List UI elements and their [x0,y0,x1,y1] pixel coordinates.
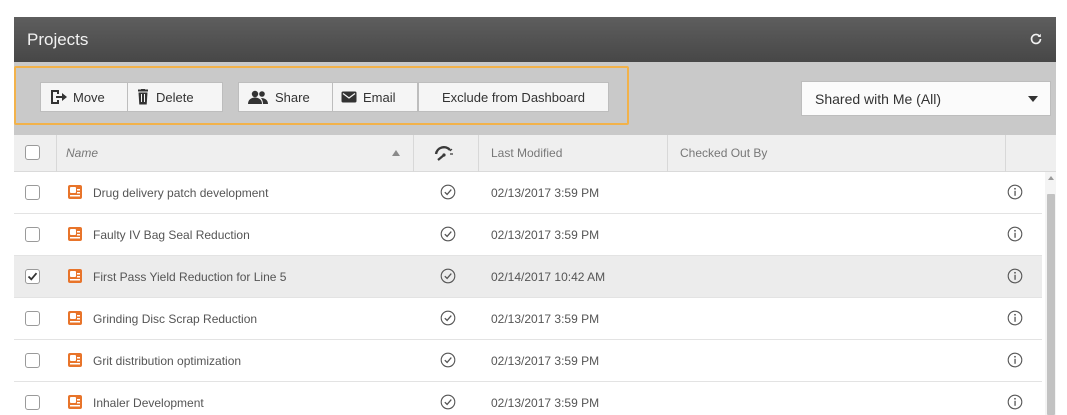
envelope-icon [341,91,357,103]
last-modified: 02/13/2017 3:59 PM [491,228,600,242]
table-row[interactable]: Grinding Disc Scrap Reduction 02/13/2017 … [14,298,1042,340]
table-row[interactable]: Faulty IV Bag Seal Reduction 02/13/2017 3… [14,214,1042,256]
page-title: Projects [27,30,89,49]
project-file-icon [68,185,82,199]
info-icon[interactable] [1007,394,1023,410]
projects-panel: Projects Move Delete Share Email Exclude… [14,17,1056,415]
email-label: Email [363,89,396,105]
column-divider [478,135,479,172]
last-modified: 02/13/2017 3:59 PM [491,312,600,326]
refresh-icon[interactable] [1028,31,1044,47]
project-file-icon [68,311,82,325]
info-icon[interactable] [1007,310,1023,326]
checkmark-circle-icon [440,226,456,242]
row-checkbox[interactable] [25,395,40,410]
users-icon [248,90,268,104]
checkmark-icon [27,272,38,281]
column-header-last-modified[interactable]: Last Modified [491,146,562,160]
column-header-checked-out-by[interactable]: Checked Out By [680,146,767,160]
scroll-up-icon[interactable] [1048,176,1054,180]
grid-header: Name Last Modified Checked Out By [14,135,1056,172]
project-name[interactable]: Grit distribution optimization [93,354,241,368]
checkmark-circle-icon [440,184,456,200]
vertical-scrollbar[interactable] [1045,172,1056,415]
project-name[interactable]: Faulty IV Bag Seal Reduction [93,228,250,242]
table-row[interactable]: Inhaler Development 02/13/2017 3:59 PM [14,382,1042,415]
gauge-icon[interactable] [434,145,454,161]
project-file-icon [68,395,82,409]
move-icon [51,90,67,104]
scrollbar-thumb[interactable] [1047,194,1055,415]
checkmark-circle-icon [440,394,456,410]
column-header-name[interactable]: Name [66,146,98,160]
chevron-down-icon[interactable] [1028,96,1038,102]
exclude-from-dashboard-button[interactable]: Exclude from Dashboard [418,82,609,112]
project-name[interactable]: Grinding Disc Scrap Reduction [93,312,257,326]
table-row[interactable]: Drug delivery patch development 02/13/201… [14,172,1042,214]
checkmark-circle-icon [440,268,456,284]
row-checkbox[interactable] [25,311,40,326]
title-bar: Projects [14,17,1056,62]
project-name[interactable]: Drug delivery patch development [93,186,268,200]
checkmark-circle-icon [440,352,456,368]
share-filter-dropdown[interactable]: Shared with Me (All) [801,81,1051,116]
row-checkbox[interactable] [25,227,40,242]
select-all-checkbox[interactable] [25,145,40,160]
row-checkbox[interactable] [25,353,40,368]
info-icon[interactable] [1007,226,1023,242]
project-file-icon [68,269,82,283]
last-modified: 02/14/2017 10:42 AM [491,270,606,284]
delete-button[interactable]: Delete [127,82,223,112]
info-icon[interactable] [1007,184,1023,200]
share-label: Share [275,89,310,105]
project-name[interactable]: First Pass Yield Reduction for Line 5 [93,270,286,284]
sort-ascending-icon[interactable] [392,150,400,156]
trash-icon [138,89,148,105]
column-divider [56,135,57,172]
share-filter-value: Shared with Me (All) [815,90,942,107]
row-checkbox[interactable] [25,185,40,200]
row-checkbox[interactable] [25,269,40,284]
toolbar: Move Delete Share Email Exclude from Das… [14,62,1056,145]
last-modified: 02/13/2017 3:59 PM [491,396,600,410]
table-row[interactable]: Grit distribution optimization 02/13/2017… [14,340,1042,382]
share-button[interactable]: Share [238,82,333,112]
column-divider [413,135,414,172]
project-file-icon [68,227,82,241]
column-divider [1005,135,1006,172]
delete-label: Delete [156,89,194,105]
table-row[interactable]: First Pass Yield Reduction for Line 5 02/… [14,256,1042,298]
project-file-icon [68,353,82,367]
move-button[interactable]: Move [40,82,128,112]
last-modified: 02/13/2017 3:59 PM [491,354,600,368]
checkmark-circle-icon [440,310,456,326]
info-icon[interactable] [1007,268,1023,284]
project-name[interactable]: Inhaler Development [93,396,204,410]
column-divider [667,135,668,172]
last-modified: 02/13/2017 3:59 PM [491,186,600,200]
move-label: Move [73,89,105,105]
email-button[interactable]: Email [332,82,418,112]
info-icon[interactable] [1007,352,1023,368]
